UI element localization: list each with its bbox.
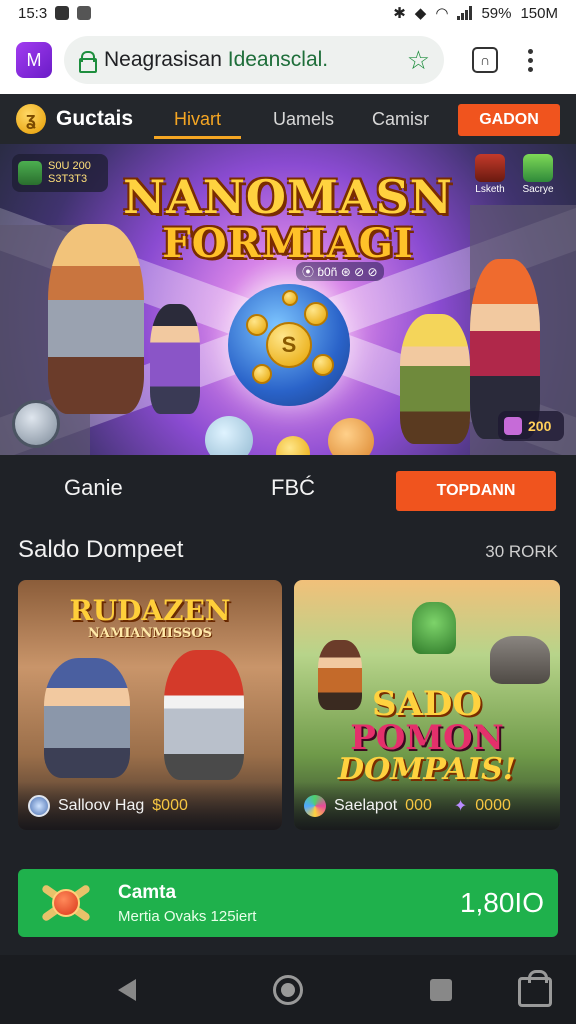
card-2-value-2: 0000 <box>475 797 511 814</box>
card-1-value: $000 <box>152 797 188 814</box>
site-nav: ʓ Guctais Hivart Uamels Camisr GADON <box>0 94 576 144</box>
screen: 15:3 ✱ ◆ ◠ 59% 150M M Neagrasisan Ideans… <box>0 0 576 1024</box>
nav-tab-uamels[interactable]: Uamels <box>273 94 334 144</box>
status-time: 15:3 <box>18 4 48 22</box>
home-icon[interactable] <box>273 975 303 1005</box>
data-icon: ◆ <box>414 5 427 22</box>
hero-title-line-1: NANOMASN <box>123 170 453 224</box>
card-1-art-title: RUDAZEN <box>69 594 231 627</box>
game-card-1[interactable]: RUDAZEN NAMIANMISSOS Salloov Hag $000 <box>18 580 282 830</box>
tabs-icon[interactable]: ∩ <box>472 47 498 73</box>
notification-icon-2 <box>77 6 92 20</box>
card-2-value: 000 <box>405 797 432 814</box>
card-1-character-fox <box>164 650 244 780</box>
sub-link-ganie[interactable]: Ganie <box>64 475 123 501</box>
game-card-2[interactable]: SADO POMON DOMPAIS! Saelapot 000 ✦ 0000 <box>294 580 560 830</box>
signal-icon <box>457 6 473 20</box>
network-speed: 150M <box>520 4 558 22</box>
hero-banner[interactable]: S0U 200 S3T3T3 Lsketh Sacrye NANOMASN FO… <box>0 144 576 455</box>
nav-tab-hivart[interactable]: Hivart <box>153 94 242 144</box>
section-more-link[interactable]: 30 RORK <box>485 542 558 562</box>
gadon-button[interactable]: GADON <box>458 104 560 136</box>
shopping-bag-icon[interactable] <box>518 970 552 1007</box>
gem-icon <box>504 417 522 435</box>
card-1-character-knight <box>44 658 130 778</box>
bluetooth-icon: ✱ <box>393 5 406 22</box>
gem-cluster-icon <box>304 795 326 817</box>
recents-icon[interactable] <box>430 979 452 1001</box>
floating-coin-icon-2 <box>205 416 253 455</box>
crossed-swords-medal-icon <box>32 875 98 931</box>
browser-app-icon[interactable]: M <box>16 42 52 78</box>
section-title: Saldo Dompeet <box>18 536 184 563</box>
browser-toolbar: M Neagrasisan Ideansclal. ☆ ∩ <box>0 26 576 94</box>
card-2-character-goblin <box>412 602 456 654</box>
promo-title: Camta <box>118 881 177 903</box>
address-bar[interactable]: Neagrasisan Ideansclal. ☆ <box>64 36 444 84</box>
hero-character-elf <box>400 314 470 444</box>
sub-link-fbc[interactable]: FBĆ <box>271 475 315 501</box>
status-bar: 15:3 ✱ ◆ ◠ 59% 150M <box>0 0 576 26</box>
promo-subtitle: Mertia Ovaks 125iert <box>118 907 257 925</box>
nav-tab-camisr[interactable]: Camisr <box>372 94 429 144</box>
card-2-character-wolf <box>490 636 550 684</box>
notification-icon <box>55 6 70 20</box>
card-1-art-subtitle: NAMIANMISSOS <box>87 626 213 641</box>
card-1-label: Salloov Hag <box>58 797 145 814</box>
sub-row: Ganie FBĆ TOPDANN <box>0 455 576 525</box>
logo-coin-icon[interactable]: ʓ <box>16 104 46 134</box>
wifi-icon: ◠ <box>435 5 449 22</box>
topup-button[interactable]: TOPDANN <box>396 471 556 511</box>
back-icon[interactable] <box>118 979 136 1001</box>
hero-character-mage <box>150 304 200 414</box>
coin-globe: S <box>228 284 350 406</box>
star-icon[interactable]: ☆ <box>407 45 430 76</box>
promo-banner[interactable]: Camta Mertia Ovaks 125iert 1,80IO <box>18 869 558 937</box>
card-2-label: Saelapot <box>334 797 398 814</box>
promo-amount: 1,80IO <box>459 887 544 918</box>
more-vert-icon[interactable] <box>528 48 533 72</box>
reward-chip[interactable]: 200 <box>498 411 564 441</box>
site-logo[interactable]: Guctais <box>56 107 133 131</box>
hero-title-line-2: FORMIAGI <box>162 220 414 267</box>
card-1-footer: Salloov Hag $000 <box>18 782 282 830</box>
coin-icon: S <box>266 322 312 368</box>
url-text[interactable]: Neagrasisan Ideansclal. <box>104 48 397 72</box>
reward-chip-value: 200 <box>528 418 552 434</box>
hero-sub-badge: ⦿ ɓ0ñ ⊛ ⊘ ⊘ <box>296 262 384 281</box>
floating-coin-icon <box>12 400 60 448</box>
battery-text: 59% <box>481 4 512 22</box>
floating-coin-icon-3 <box>328 418 374 455</box>
system-nav-bar <box>0 955 576 1024</box>
card-2-footer: Saelapot 000 ✦ 0000 <box>294 782 560 830</box>
floating-coin-icon-4 <box>276 436 310 455</box>
sword-icon: ✦ <box>453 798 468 815</box>
shield-icon <box>28 795 50 817</box>
lock-icon <box>78 51 97 73</box>
